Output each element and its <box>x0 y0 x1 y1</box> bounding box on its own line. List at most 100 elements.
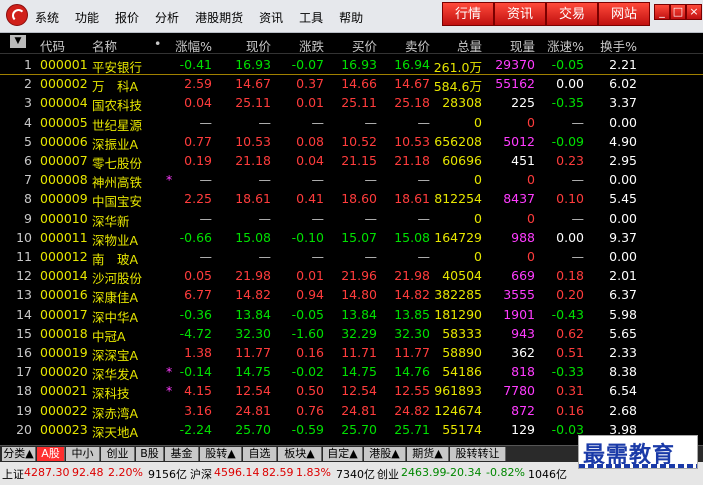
watermark-logo: 最需教育 <box>578 435 698 469</box>
tab-1[interactable]: A股 <box>37 447 65 461</box>
maximize-icon[interactable]: □ <box>670 4 686 20</box>
turnover: 2.95 <box>609 153 637 168</box>
stock-code: 000011 <box>40 229 88 245</box>
website-button[interactable]: 网站 <box>598 2 650 26</box>
bid-price: — <box>364 114 378 130</box>
menu-quote[interactable]: 报价 <box>115 9 139 26</box>
volume: 58333 <box>442 325 482 341</box>
table-row[interactable]: 3 000004 国农科技 0.04 25.11 0.01 25.11 25.18 28308 2… <box>0 93 703 113</box>
change: 0.08 <box>296 133 324 149</box>
table-row[interactable]: 13 000016 深康佳A 6.77 14.82 0.94 14.80 14.82 38228… <box>0 285 703 305</box>
pct-change: — <box>199 210 213 226</box>
col-volume[interactable]: 总量 <box>430 36 482 55</box>
col-speed[interactable]: 涨速% <box>532 36 584 55</box>
stock-code: 000020 <box>40 364 88 380</box>
volume: 584.6万 <box>433 79 482 95</box>
tab-12[interactable]: 股转转让 <box>450 447 506 461</box>
column-menu-icon[interactable]: ▼ <box>10 35 26 48</box>
col-current[interactable]: 现量 <box>485 36 535 55</box>
tab-11[interactable]: 期货▲ <box>407 447 449 461</box>
table-row[interactable]: 8 000009 中国宝安 2.25 18.61 0.41 18.60 18.61 812254… <box>0 189 703 209</box>
table-row[interactable]: 1 000001 平安银行 -0.41 16.93 -0.07 16.93 16.94 261.… <box>0 55 703 76</box>
table-row[interactable]: 19 000022 深赤湾A 3.16 24.81 0.76 24.81 24.82 12467… <box>0 401 703 421</box>
col-pct[interactable]: 涨幅% <box>160 36 212 55</box>
stock-code: 000004 <box>40 95 88 111</box>
col-turnover[interactable]: 换手% <box>585 36 637 55</box>
table-row[interactable]: 9 000010 深华新 — — — — — 0 0 — 0.00 <box>0 209 703 229</box>
trade-button[interactable]: 交易 <box>546 2 598 26</box>
col-bid[interactable]: 买价 <box>331 36 377 55</box>
current-volume: 29370 <box>495 57 535 72</box>
col-code[interactable]: 代码 <box>40 36 65 55</box>
volume: 656208 <box>434 133 482 149</box>
stock-code: 000022 <box>40 402 88 418</box>
close-icon[interactable]: × <box>686 4 702 20</box>
info-button[interactable]: 资讯 <box>494 2 546 26</box>
table-row[interactable]: 16 000019 深深宝A 1.38 11.77 0.16 11.71 11.77 58890… <box>0 343 703 363</box>
volume: 961893 <box>434 383 482 399</box>
tab-0[interactable]: 分类▲ <box>2 447 36 461</box>
tab-9[interactable]: 自定▲ <box>323 447 363 461</box>
tab-6[interactable]: 股转▲ <box>200 447 242 461</box>
turnover: 5.45 <box>609 191 637 207</box>
menu-info[interactable]: 资讯 <box>259 9 283 26</box>
price: — <box>258 114 272 130</box>
table-row[interactable]: 6 000007 零七股份 0.19 21.18 0.04 21.15 21.18 60696 4… <box>0 151 703 171</box>
volume: 812254 <box>434 191 482 207</box>
table-row[interactable]: 2 000002 万 科A 2.59 14.67 0.37 14.66 14.67 584.6万… <box>0 74 703 95</box>
cy-index: 2463.99 <box>401 466 447 479</box>
col-name[interactable]: 名称 <box>92 36 117 55</box>
price: 11.77 <box>235 345 271 360</box>
watermark-stripe <box>579 464 697 468</box>
speed: 0.00 <box>556 76 584 92</box>
menu-system[interactable]: 系统 <box>35 9 59 26</box>
table-row[interactable]: 12 000014 沙河股份 0.05 21.98 0.01 21.96 21.98 40504… <box>0 266 703 286</box>
menu-tools[interactable]: 工具 <box>299 9 323 26</box>
stock-code: 000009 <box>40 191 88 207</box>
speed: — <box>571 172 585 188</box>
table-row[interactable]: 7 000008 神州高铁 * — — — — —0 0—0.00 <box>0 170 703 191</box>
table-row[interactable]: 10 000011 深物业A -0.66 15.08 -0.10 15.07 15.08 164… <box>0 228 703 248</box>
table-row[interactable]: 15 000018 中冠A -4.72 32.30 -1.60 32.29 32.30 5833… <box>0 324 703 344</box>
col-change[interactable]: 涨跌 <box>278 36 324 55</box>
col-price[interactable]: 现价 <box>225 36 271 55</box>
stock-code: 000001 <box>40 57 88 72</box>
turnover: 9.37 <box>609 229 637 245</box>
tab-3[interactable]: 创业 <box>101 447 135 461</box>
table-row[interactable]: 5 000006 深振业A 0.77 10.53 0.08 10.52 10.53 656208… <box>0 132 703 152</box>
change: 0.76 <box>296 402 324 418</box>
current-volume: 1901 <box>503 306 535 322</box>
price: — <box>258 249 272 264</box>
row-number: 7 <box>24 172 32 188</box>
stock-name: 零七股份 <box>92 156 143 171</box>
menu-hk-futures[interactable]: 港股期货 <box>195 9 243 26</box>
sh-percent: 2.20% <box>108 466 143 479</box>
tab-10[interactable]: 港股▲ <box>364 447 406 461</box>
current-volume: 943 <box>511 325 535 341</box>
tab-5[interactable]: 基金 <box>165 447 199 461</box>
market-button[interactable]: 行情 <box>442 2 494 26</box>
row-number: 6 <box>24 153 32 168</box>
menu-help[interactable]: 帮助 <box>339 9 363 26</box>
table-row[interactable]: 11 000012 南 玻A — — — — — 0 0 — 0.00 <box>0 247 703 267</box>
table-row[interactable]: 14 000017 深中华A -0.36 13.84 -0.05 13.84 13.85 181… <box>0 305 703 325</box>
col-ask[interactable]: 卖价 <box>384 36 430 55</box>
tab-8[interactable]: 板块▲ <box>278 447 322 461</box>
row-number: 19 <box>16 402 32 418</box>
table-row[interactable]: 4 000005 世纪星源 — — — — — 0 0 — 0.00 <box>0 113 703 133</box>
volume: 0 <box>474 210 482 226</box>
row-number: 12 <box>16 268 32 284</box>
tab-2[interactable]: 中小 <box>66 447 100 461</box>
table-row[interactable]: 17 000020 深华发A * -0.14 14.75 -0.02 14.75 14.76 54… <box>0 362 703 383</box>
tab-4[interactable]: B股 <box>136 447 164 461</box>
table-row[interactable]: 18 000021 深科技 * 4.15 12.54 0.50 12.54 12.55 96189… <box>0 381 703 401</box>
change: 0.37 <box>296 76 324 92</box>
tab-7[interactable]: 自选 <box>243 447 277 461</box>
menu-analysis[interactable]: 分析 <box>155 9 179 26</box>
hs-percent: 1.83% <box>296 466 331 479</box>
stock-name: 神州高铁 <box>92 175 143 191</box>
minimize-icon[interactable]: _ <box>654 4 670 20</box>
menu-function[interactable]: 功能 <box>75 9 99 26</box>
change: 0.16 <box>296 345 324 360</box>
stock-name: 深华发A <box>92 367 139 383</box>
